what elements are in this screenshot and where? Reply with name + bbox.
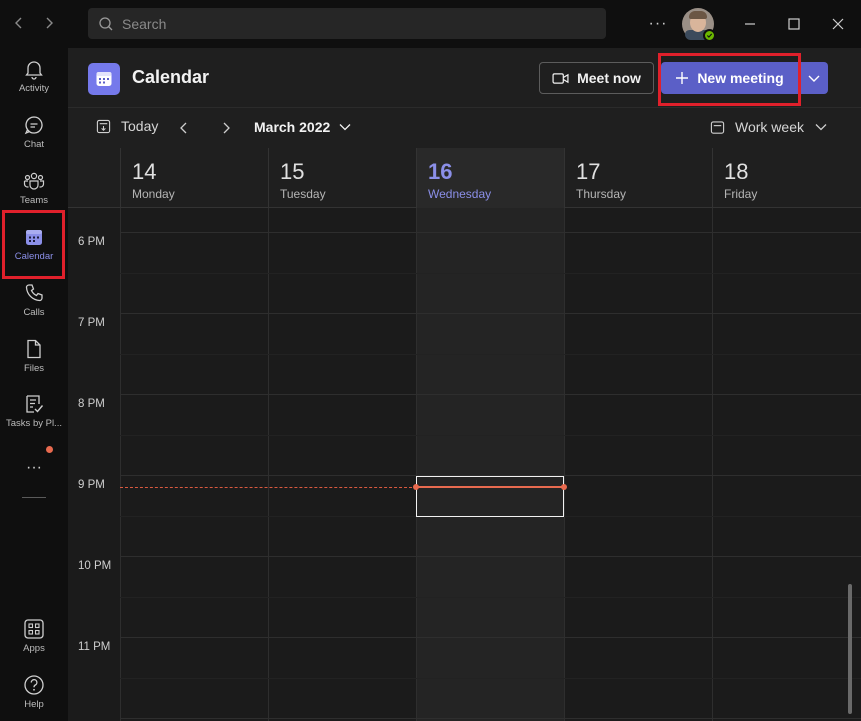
day-header-today[interactable]: 16 Wednesday (416, 148, 564, 208)
rail-item-apps[interactable]: Apps (0, 610, 68, 666)
apps-icon (24, 619, 44, 639)
rail-item-label: Files (23, 363, 45, 374)
more-apps-icon[interactable]: ··· (22, 456, 46, 480)
search-box[interactable] (88, 8, 606, 39)
rail-item-chat[interactable]: Chat (0, 106, 68, 162)
day-column[interactable] (120, 208, 268, 721)
rail-item-label: Help (24, 699, 44, 710)
calendar-view-icon (710, 120, 725, 134)
day-column-today[interactable] (416, 208, 564, 721)
selected-time-slot[interactable] (416, 476, 564, 517)
rail-item-label: Teams (20, 195, 48, 206)
rail-item-label: Chat (23, 139, 45, 150)
month-label: March 2022 (254, 119, 331, 135)
day-number: 18 (724, 159, 749, 184)
day-number: 16 (428, 159, 453, 184)
rail-item-label: Activity (18, 83, 50, 94)
notification-dot (46, 446, 53, 453)
tasks-icon (26, 395, 44, 413)
day-number: 14 (132, 159, 157, 184)
chevron-down-icon (339, 124, 351, 131)
current-time-dot (413, 484, 419, 490)
time-label: 8 PM (78, 398, 105, 410)
rail-item-calls[interactable]: Calls (0, 274, 68, 330)
time-label: 7 PM (78, 317, 105, 329)
rail-item-help[interactable]: Help (0, 666, 68, 721)
help-icon (24, 675, 44, 695)
title-bar: ··· (0, 0, 861, 48)
search-input[interactable] (122, 15, 592, 32)
phone-icon (25, 284, 43, 302)
time-label: 9 PM (78, 479, 105, 491)
day-header-row: 14 Monday 15 Tuesday 16 Wednesday 17 Thu… (68, 148, 861, 208)
next-week-button[interactable] (216, 118, 236, 138)
calendar-header: Calendar Meet now New meeting (68, 48, 861, 108)
day-number: 17 (576, 159, 601, 184)
rail-item-label: Apps (23, 643, 45, 654)
back-arrow-icon[interactable] (8, 12, 30, 34)
file-icon (27, 339, 41, 359)
calendar-toolbar: Today March 2022 Work week (68, 108, 861, 148)
minimize-button[interactable] (738, 12, 762, 36)
time-label: 10 PM (78, 560, 112, 572)
time-label: 11 PM (78, 641, 111, 653)
page-title: Calendar (132, 67, 210, 87)
new-meeting-dropdown[interactable] (799, 62, 828, 94)
bell-icon (25, 61, 43, 80)
calendar-highlight (2, 210, 65, 279)
rail-item-tasks[interactable]: Tasks by Pl... (0, 385, 68, 441)
calendar-app-icon (88, 63, 120, 95)
chevron-left-icon (180, 122, 187, 134)
day-column[interactable] (564, 208, 712, 721)
new-meeting-highlight (658, 53, 801, 106)
day-number: 15 (280, 159, 305, 184)
day-column[interactable] (268, 208, 416, 721)
chat-icon (24, 116, 43, 135)
rail-item-files[interactable]: Files (0, 330, 68, 386)
today-button[interactable]: Today (96, 118, 158, 134)
rail-item-label: Tasks by Pl... (6, 418, 62, 429)
rail-divider (22, 497, 46, 498)
rail-item-label: Calls (23, 307, 45, 318)
today-label: Today (121, 118, 159, 134)
search-icon (99, 16, 113, 30)
maximize-button[interactable] (782, 12, 806, 36)
video-camera-icon (552, 72, 569, 84)
view-selector[interactable]: Work week (710, 119, 828, 135)
avatar[interactable] (682, 8, 716, 42)
today-icon (96, 119, 111, 133)
chevron-down-icon (815, 124, 827, 131)
day-name: Thursday (576, 187, 627, 201)
scrollbar[interactable] (848, 584, 852, 714)
teams-icon (23, 172, 45, 190)
meet-now-label: Meet now (577, 70, 641, 86)
chevron-right-icon (223, 122, 230, 134)
view-label: Work week (735, 119, 804, 135)
app-rail: Activity Chat Teams Calendar Calls Files… (0, 48, 68, 721)
current-time-line (120, 487, 417, 488)
rail-item-activity[interactable]: Activity (0, 50, 68, 106)
day-header[interactable]: 18 Friday (712, 148, 860, 208)
meet-now-button[interactable]: Meet now (539, 62, 654, 94)
day-header[interactable]: 14 Monday (120, 148, 268, 208)
time-label: 6 PM (78, 236, 105, 248)
day-name: Wednesday (428, 187, 492, 201)
status-available-icon (703, 29, 716, 42)
current-time-dot (561, 484, 567, 490)
forward-arrow-icon[interactable] (38, 12, 60, 34)
more-options-icon[interactable]: ··· (646, 12, 670, 36)
close-button[interactable] (826, 12, 850, 36)
calendar-grid[interactable]: 6 PM 7 PM 8 PM 9 PM 10 PM 11 PM (68, 208, 861, 721)
current-time-indicator (416, 486, 565, 488)
day-name: Tuesday (280, 187, 326, 201)
month-selector[interactable]: March 2022 (254, 119, 352, 135)
chevron-down-icon (808, 75, 819, 82)
day-column[interactable] (712, 208, 860, 721)
day-name: Friday (724, 187, 758, 201)
calendar-main: Calendar Meet now New meeting Today Marc… (68, 48, 861, 721)
day-name: Monday (132, 187, 175, 201)
previous-week-button[interactable] (174, 118, 194, 138)
day-header[interactable]: 15 Tuesday (268, 148, 416, 208)
day-header[interactable]: 17 Thursday (564, 148, 712, 208)
